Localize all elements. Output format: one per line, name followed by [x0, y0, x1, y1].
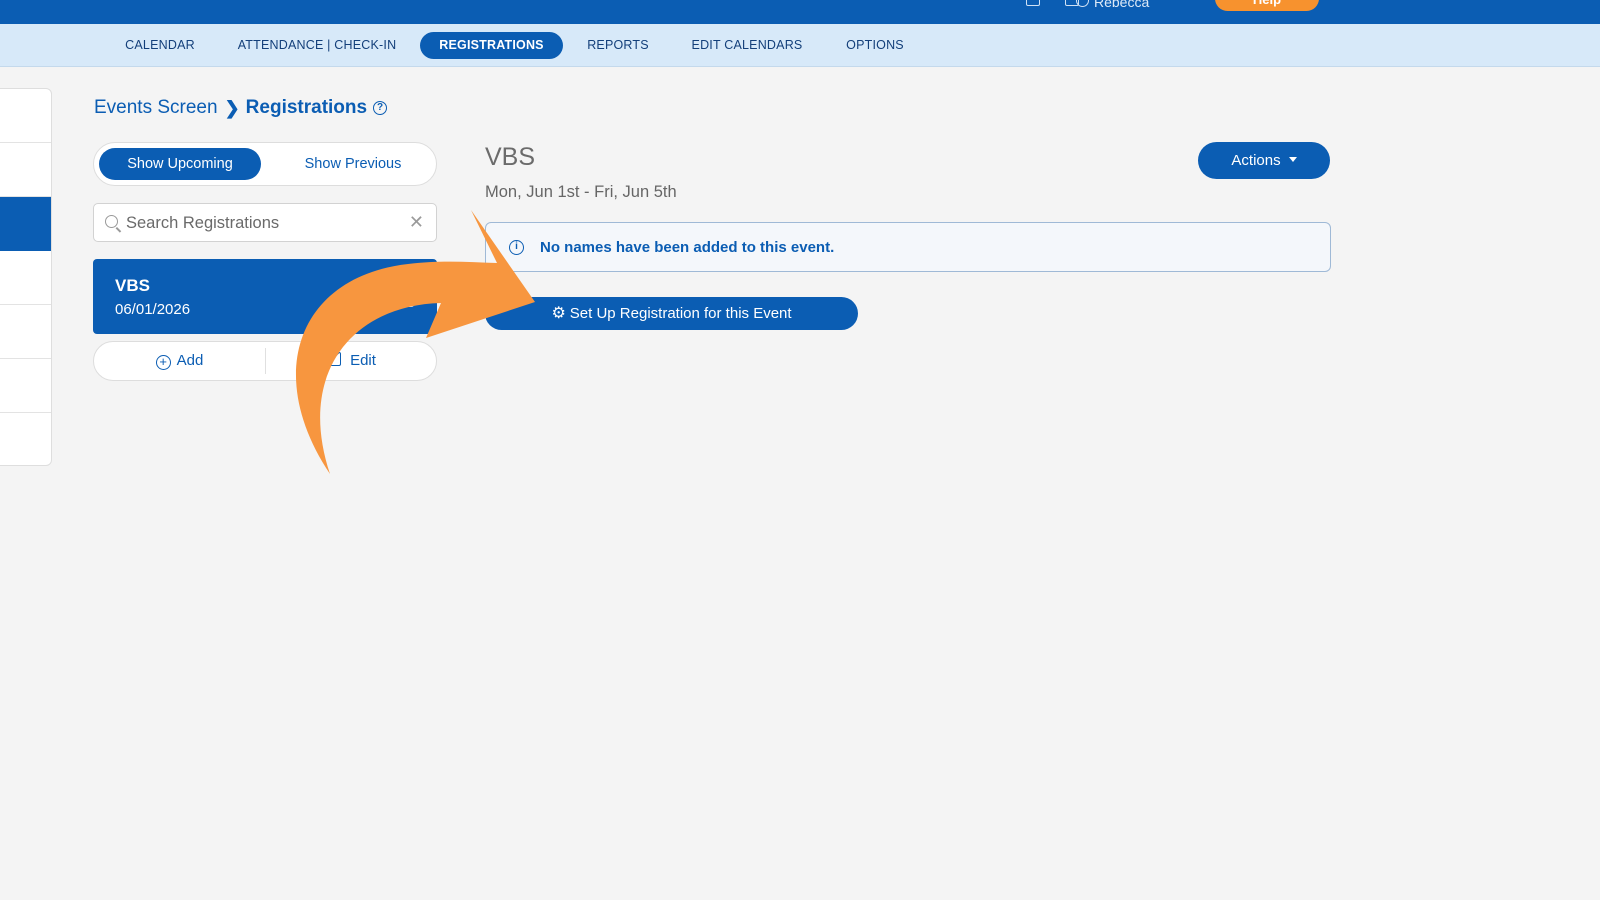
top-bar: Rebecca Help: [0, 0, 1600, 24]
event-title: VBS: [485, 143, 536, 171]
info-alert: i No names have been added to this event…: [485, 222, 1331, 272]
event-name: VBS: [115, 276, 150, 295]
edit-label: Edit: [350, 352, 376, 369]
add-label: Add: [176, 352, 204, 369]
upcoming-previous-toggle: Show Upcoming Show Previous: [93, 142, 437, 186]
search-box: ✕: [93, 203, 437, 242]
gear-icon: ⚙: [551, 305, 566, 322]
clear-icon[interactable]: ✕: [409, 212, 424, 233]
tab-reports[interactable]: REPORTS: [580, 32, 656, 59]
actions-dropdown[interactable]: Actions: [1198, 142, 1330, 179]
add-button[interactable]: + Add: [94, 342, 265, 380]
side-rail-item[interactable]: [0, 305, 51, 359]
event-list-item[interactable]: VBS 06/01/2026 0: [93, 259, 437, 334]
side-rail-item[interactable]: [0, 359, 51, 413]
tab-attendance-check-in[interactable]: ATTENDANCE | CHECK-IN: [232, 32, 402, 59]
tab-edit-calendars[interactable]: EDIT CALENDARS: [684, 32, 810, 59]
edit-icon: [327, 352, 342, 366]
tab-options[interactable]: OPTIONS: [838, 32, 912, 59]
help-button[interactable]: Help: [1215, 0, 1319, 11]
edit-button[interactable]: Edit: [266, 342, 437, 380]
info-icon: i: [509, 240, 524, 255]
actions-label: Actions: [1231, 152, 1281, 169]
side-rail-item[interactable]: [0, 143, 51, 197]
registration-count-badge: 0: [391, 285, 415, 307]
add-edit-bar: + Add Edit: [93, 341, 437, 381]
event-date: 06/01/2026: [115, 301, 191, 318]
tab-registrations[interactable]: REGISTRATIONS: [420, 32, 563, 59]
tab-calendar[interactable]: CALENDAR: [112, 32, 208, 59]
setup-registration-label: Set Up Registration for this Event: [569, 305, 792, 322]
breadcrumb: Events Screen ❯ Registrations ?: [94, 96, 388, 120]
square-icon[interactable]: [1026, 0, 1040, 6]
plus-circle-icon: +: [155, 355, 171, 370]
side-rail: [0, 88, 52, 466]
user-icon: [1076, 0, 1089, 7]
side-rail-item-active[interactable]: [0, 197, 51, 251]
annotation-arrow-icon: [295, 210, 535, 474]
help-circle-icon[interactable]: ?: [373, 101, 388, 115]
side-rail-item[interactable]: [0, 251, 51, 305]
caret-down-icon: [1288, 157, 1297, 162]
page-title: Registrations: [245, 97, 368, 118]
event-date-range: Mon, Jun 1st - Fri, Jun 5th: [485, 183, 677, 201]
search-icon: [105, 215, 118, 228]
side-rail-item[interactable]: [0, 89, 51, 143]
chevron-right-icon: ❯: [224, 97, 240, 118]
breadcrumb-events-screen[interactable]: Events Screen: [94, 97, 218, 119]
side-rail-item[interactable]: [0, 413, 51, 465]
setup-registration-button[interactable]: ⚙ Set Up Registration for this Event: [485, 297, 858, 330]
main-nav: CALENDAR ATTENDANCE | CHECK-IN REGISTRAT…: [0, 24, 1600, 67]
alert-message: No names have been added to this event.: [540, 239, 835, 256]
show-previous-button[interactable]: Show Previous: [278, 148, 428, 180]
search-input[interactable]: [126, 211, 396, 235]
show-upcoming-button[interactable]: Show Upcoming: [99, 148, 261, 180]
user-name[interactable]: Rebecca: [1094, 0, 1149, 10]
